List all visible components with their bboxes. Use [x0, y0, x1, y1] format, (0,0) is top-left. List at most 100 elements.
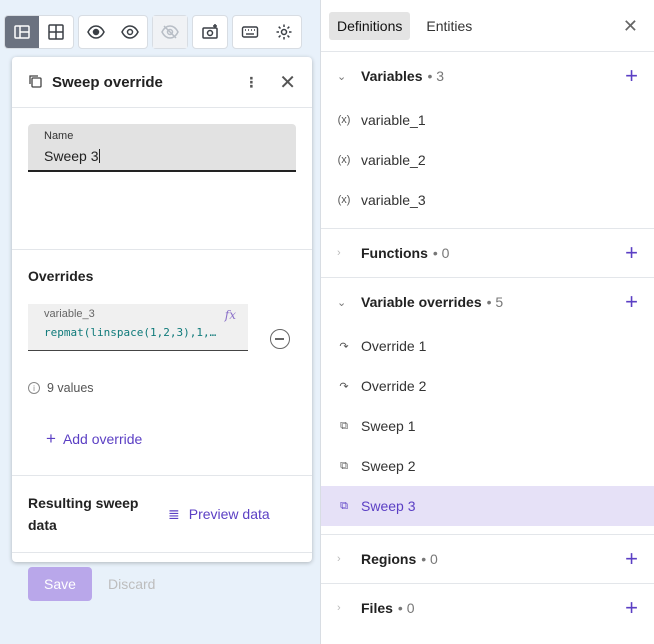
name-value[interactable]: Sweep 3 [44, 148, 98, 164]
item-label: Override 1 [361, 338, 427, 354]
preview-data-button[interactable]: ≣ Preview data [168, 506, 270, 523]
variables-header[interactable]: ⌄ Variables • 3 + [321, 52, 654, 100]
variable-icon: (x) [337, 114, 351, 126]
remove-override-button[interactable] [270, 329, 290, 349]
variable-icon: (x) [337, 154, 351, 166]
sweep-icon [28, 74, 42, 91]
functions-section: › Functions • 0 + [321, 229, 654, 278]
text-caret [99, 149, 101, 163]
toolbar [4, 15, 302, 49]
item-label: variable_3 [361, 192, 426, 208]
variables-section: ⌄ Variables • 3 + (x) variable_1 (x) varia… [321, 52, 654, 229]
list-item[interactable]: ⧉ Sweep 1 [321, 406, 654, 446]
add-icon[interactable]: + [625, 548, 638, 570]
override-expression-field[interactable]: variable_3 repmat(linspace(1,2,3),1,… fx [28, 304, 248, 351]
section-title: Variables [361, 68, 423, 84]
discard-button[interactable]: Discard [108, 576, 155, 592]
regions-header[interactable]: › Regions • 0 + [321, 535, 654, 583]
list-item[interactable]: ↷ Override 1 [321, 326, 654, 366]
close-icon[interactable]: ✕ [623, 16, 638, 37]
list-item[interactable]: (x) variable_3 [321, 180, 654, 220]
grid-icon[interactable] [39, 16, 73, 48]
section-title: Functions [361, 245, 428, 261]
chevron-down-icon: ⌄ [337, 70, 347, 83]
eye-outline-icon[interactable] [113, 16, 147, 48]
name-label: Name [44, 130, 74, 142]
info-icon: i [28, 382, 40, 394]
function-icon[interactable]: fx [225, 308, 236, 322]
section-title: Variable overrides [361, 294, 482, 310]
sweep-icon: ⧉ [340, 499, 348, 512]
name-field[interactable]: Name Sweep 3 [28, 124, 296, 172]
list-item[interactable]: (x) variable_1 [321, 100, 654, 140]
section-count: • 3 [427, 68, 445, 84]
files-header[interactable]: › Files • 0 + [321, 584, 654, 632]
variable-icon: (x) [337, 194, 351, 206]
close-icon[interactable]: ✕ [279, 70, 296, 95]
section-title: Files [361, 600, 393, 616]
list-item-selected[interactable]: ⧉ Sweep 3 [321, 486, 654, 526]
keyboard-icon[interactable] [233, 16, 267, 48]
more-options-icon[interactable]: ⋮ [241, 74, 261, 91]
add-icon[interactable]: + [625, 597, 638, 619]
resulting-section: Resulting sweep data ≣ Preview data [12, 476, 312, 553]
overrides-section: Overrides variable_3 repmat(linspace(1,2… [12, 250, 312, 476]
item-label: Sweep 2 [361, 458, 416, 474]
item-label: Override 2 [361, 378, 427, 394]
sweep-icon: ⧉ [340, 419, 348, 432]
chevron-right-icon: › [337, 247, 341, 259]
add-override-button[interactable]: + Add override [46, 429, 296, 449]
eye-disabled-icon[interactable] [153, 16, 187, 48]
preview-data-label: Preview data [188, 506, 270, 522]
item-label: variable_2 [361, 152, 426, 168]
section-title: Regions [361, 551, 417, 567]
section-count: • 0 [432, 245, 450, 261]
screenshot-group [192, 15, 228, 49]
files-section: › Files • 0 + [321, 584, 654, 632]
override-expression[interactable]: repmat(linspace(1,2,3),1,… [44, 326, 232, 339]
name-section: Name Sweep 3 [12, 108, 312, 250]
eye-icon[interactable] [79, 16, 113, 48]
section-count: • 5 [486, 294, 504, 310]
override-icon: ↷ [339, 340, 349, 353]
functions-header[interactable]: › Functions • 0 + [321, 229, 654, 277]
list-item[interactable]: ↷ Override 2 [321, 366, 654, 406]
hidden-group [152, 15, 188, 49]
add-icon[interactable]: + [625, 291, 638, 313]
override-variable-label: variable_3 [44, 308, 95, 320]
add-icon[interactable]: + [625, 242, 638, 264]
list-item[interactable]: (x) variable_2 [321, 140, 654, 180]
chevron-right-icon: › [337, 553, 341, 565]
overrides-title: Overrides [28, 268, 94, 284]
tab-entities[interactable]: Entities [418, 12, 480, 40]
item-label: Sweep 1 [361, 418, 416, 434]
plus-icon: + [46, 429, 56, 448]
add-icon[interactable]: + [625, 65, 638, 87]
tab-bar: Definitions Entities ✕ [321, 0, 654, 52]
visibility-group [78, 15, 148, 49]
item-label: variable_1 [361, 112, 426, 128]
save-button[interactable]: Save [28, 567, 92, 601]
sweep-icon: ⧉ [340, 459, 348, 472]
settings-group [232, 15, 302, 49]
add-override-label: Add override [62, 431, 143, 447]
item-label: Sweep 3 [361, 498, 416, 514]
values-count: i 9 values [28, 381, 296, 395]
definitions-panel: Definitions Entities ✕ ⌄ Variables • 3 +… [320, 0, 654, 644]
tab-definitions[interactable]: Definitions [329, 11, 411, 40]
list-icon: ≣ [168, 505, 180, 522]
panel-title: Sweep override [52, 73, 163, 91]
resulting-label: Resulting sweep data [28, 495, 139, 533]
chevron-right-icon: › [337, 602, 341, 614]
camera-add-icon[interactable] [193, 16, 227, 48]
variable-overrides-header[interactable]: ⌄ Variable overrides • 5 + [321, 278, 654, 326]
regions-section: › Regions • 0 + [321, 535, 654, 584]
sweep-override-panel: Sweep override ⋮ ✕ Name Sweep 3 Override… [12, 57, 312, 601]
layout-icon[interactable] [5, 16, 39, 48]
section-count: • 0 [421, 551, 438, 567]
gear-icon[interactable] [267, 16, 301, 48]
list-item[interactable]: ⧉ Sweep 2 [321, 446, 654, 486]
values-count-text: 9 values [47, 381, 94, 395]
chevron-down-icon: ⌄ [337, 296, 347, 309]
variable-overrides-section: ⌄ Variable overrides • 5 + ↷ Override 1 ↷… [321, 278, 654, 535]
